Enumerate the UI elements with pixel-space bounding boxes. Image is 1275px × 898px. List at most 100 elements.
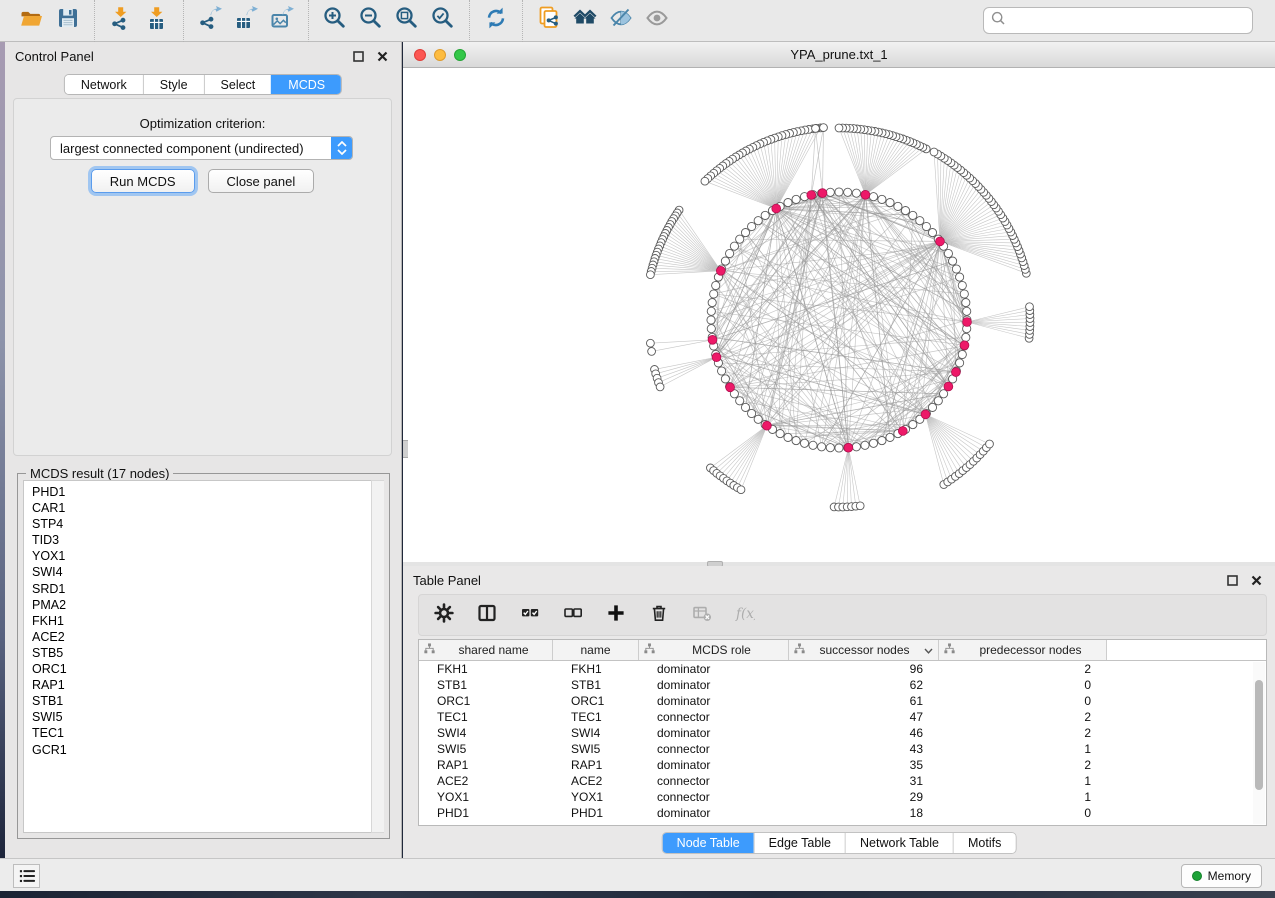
mcds-result-item[interactable]: SWI5: [32, 709, 383, 725]
mcds-result-item[interactable]: PMA2: [32, 597, 383, 613]
import-network-button[interactable]: [103, 4, 139, 38]
column-header-shared-name[interactable]: shared name: [419, 640, 553, 660]
table-row[interactable]: YOX1YOX1connector291: [419, 789, 1266, 805]
import-table-button[interactable]: [139, 4, 175, 38]
criterion-dropdown[interactable]: largest connected component (undirected): [50, 136, 353, 160]
table-tabs: Node TableEdge TableNetwork TableMotifs: [662, 832, 1017, 854]
vertical-splitter-grip[interactable]: [403, 440, 408, 458]
float-panel-icon[interactable]: [349, 47, 367, 65]
cell-name: ORC1: [553, 694, 639, 708]
zoom-fit-button[interactable]: [389, 4, 425, 38]
column-header-MCDS-role[interactable]: MCDS role: [639, 640, 789, 660]
show-columns-button[interactable]: [474, 602, 500, 628]
search-box[interactable]: [983, 7, 1253, 34]
memory-button[interactable]: Memory: [1181, 864, 1262, 888]
eye-slash-icon: [608, 5, 634, 36]
table-row[interactable]: TEC1TEC1connector472: [419, 709, 1266, 725]
apply-layout-button[interactable]: [478, 4, 514, 38]
table-row[interactable]: ORC1ORC1dominator610: [419, 693, 1266, 709]
table-row[interactable]: STB1STB1dominator620: [419, 677, 1266, 693]
table-row[interactable]: FKH1FKH1dominator962: [419, 661, 1266, 677]
table-scrollbar[interactable]: [1253, 662, 1265, 824]
deselect-all-button[interactable]: [560, 602, 586, 628]
mcds-list-scrollbar[interactable]: [371, 480, 384, 833]
mcds-result-item[interactable]: ACE2: [32, 629, 383, 645]
import-network-icon: [108, 5, 134, 36]
select-all-button[interactable]: [517, 602, 543, 628]
close-panel-button[interactable]: Close panel: [208, 169, 315, 193]
cell-successor-nodes: 61: [789, 694, 939, 708]
function-builder-button: f(x): [732, 602, 758, 628]
tab-network-table[interactable]: Network Table: [845, 833, 953, 853]
save-session-button[interactable]: [50, 4, 86, 38]
table-row[interactable]: SWI5SWI5connector431: [419, 741, 1266, 757]
table-settings-button[interactable]: [431, 602, 457, 628]
mcds-result-item[interactable]: STP4: [32, 516, 383, 532]
table-row[interactable]: RAP1RAP1dominator352: [419, 757, 1266, 773]
cell-name: FKH1: [553, 662, 639, 676]
hide-selected-button[interactable]: [603, 4, 639, 38]
show-all-button[interactable]: [639, 4, 675, 38]
tab-mcds[interactable]: MCDS: [271, 75, 341, 94]
close-panel-icon[interactable]: [373, 47, 391, 65]
export-table-icon: [233, 5, 259, 36]
mcds-result-item[interactable]: ORC1: [32, 661, 383, 677]
window-close-light[interactable]: [414, 49, 426, 61]
mcds-result-item[interactable]: RAP1: [32, 677, 383, 693]
column-header-name[interactable]: name: [553, 640, 639, 660]
window-zoom-light[interactable]: [454, 49, 466, 61]
run-mcds-button[interactable]: Run MCDS: [91, 169, 195, 193]
cell-predecessor-nodes: 0: [939, 806, 1107, 820]
first-neighbors-button[interactable]: [567, 4, 603, 38]
task-history-button[interactable]: [13, 864, 40, 888]
cell-predecessor-nodes: 2: [939, 662, 1107, 676]
export-table-button[interactable]: [228, 4, 264, 38]
tab-motifs[interactable]: Motifs: [953, 833, 1015, 853]
column-header-predecessor-nodes[interactable]: predecessor nodes: [939, 640, 1107, 660]
table-row[interactable]: SWI4SWI4dominator462: [419, 725, 1266, 741]
table-panel-title: Table Panel: [413, 573, 481, 588]
mcds-result-item[interactable]: CAR1: [32, 500, 383, 516]
mcds-result-item[interactable]: PHD1: [32, 484, 383, 500]
open-session-button[interactable]: [14, 4, 50, 38]
mcds-result-item[interactable]: FKH1: [32, 613, 383, 629]
tab-node-table[interactable]: Node Table: [663, 833, 754, 853]
delete-column-button[interactable]: [646, 602, 672, 628]
mcds-result-list[interactable]: PHD1CAR1STP4TID3YOX1SWI4SRD1PMA2FKH1ACE2…: [23, 480, 384, 833]
zoom-out-button[interactable]: [353, 4, 389, 38]
export-network-button[interactable]: [192, 4, 228, 38]
add-column-button[interactable]: [603, 602, 629, 628]
cell-MCDS-role: dominator: [639, 758, 789, 772]
mcds-result-item[interactable]: STB1: [32, 693, 383, 709]
mcds-result-item[interactable]: GCR1: [32, 742, 383, 758]
network-canvas[interactable]: [403, 68, 1275, 561]
tab-edge-table[interactable]: Edge Table: [754, 833, 845, 853]
mcds-result-item[interactable]: TID3: [32, 532, 383, 548]
mcds-result-item[interactable]: STB5: [32, 645, 383, 661]
table-scrollbar-thumb[interactable]: [1255, 680, 1263, 790]
mcds-result-item[interactable]: SRD1: [32, 581, 383, 597]
cell-predecessor-nodes: 2: [939, 710, 1107, 724]
cell-MCDS-role: connector: [639, 774, 789, 788]
tab-select[interactable]: Select: [204, 75, 272, 94]
mcds-result-item[interactable]: TEC1: [32, 725, 383, 741]
window-minimize-light[interactable]: [434, 49, 446, 61]
table-row[interactable]: ACE2ACE2connector311: [419, 773, 1266, 789]
cell-name: PHD1: [553, 806, 639, 820]
cell-MCDS-role: connector: [639, 790, 789, 804]
tree-column-icon: [794, 643, 805, 657]
mcds-result-item[interactable]: YOX1: [32, 548, 383, 564]
table-row[interactable]: PHD1PHD1dominator180: [419, 805, 1266, 821]
zoom-selected-button[interactable]: [425, 4, 461, 38]
float-table-panel-icon[interactable]: [1223, 571, 1241, 589]
tab-network[interactable]: Network: [65, 75, 143, 94]
mcds-result-item[interactable]: SWI4: [32, 564, 383, 580]
export-image-button[interactable]: [264, 4, 300, 38]
tab-style[interactable]: Style: [143, 75, 204, 94]
search-input[interactable]: [1011, 13, 1245, 28]
close-table-panel-icon[interactable]: [1247, 571, 1265, 589]
column-header-successor-nodes[interactable]: successor nodes: [789, 640, 939, 660]
zoom-in-button[interactable]: [317, 4, 353, 38]
new-network-from-selection-button[interactable]: [531, 4, 567, 38]
network-window-titlebar[interactable]: YPA_prune.txt_1: [403, 42, 1275, 68]
